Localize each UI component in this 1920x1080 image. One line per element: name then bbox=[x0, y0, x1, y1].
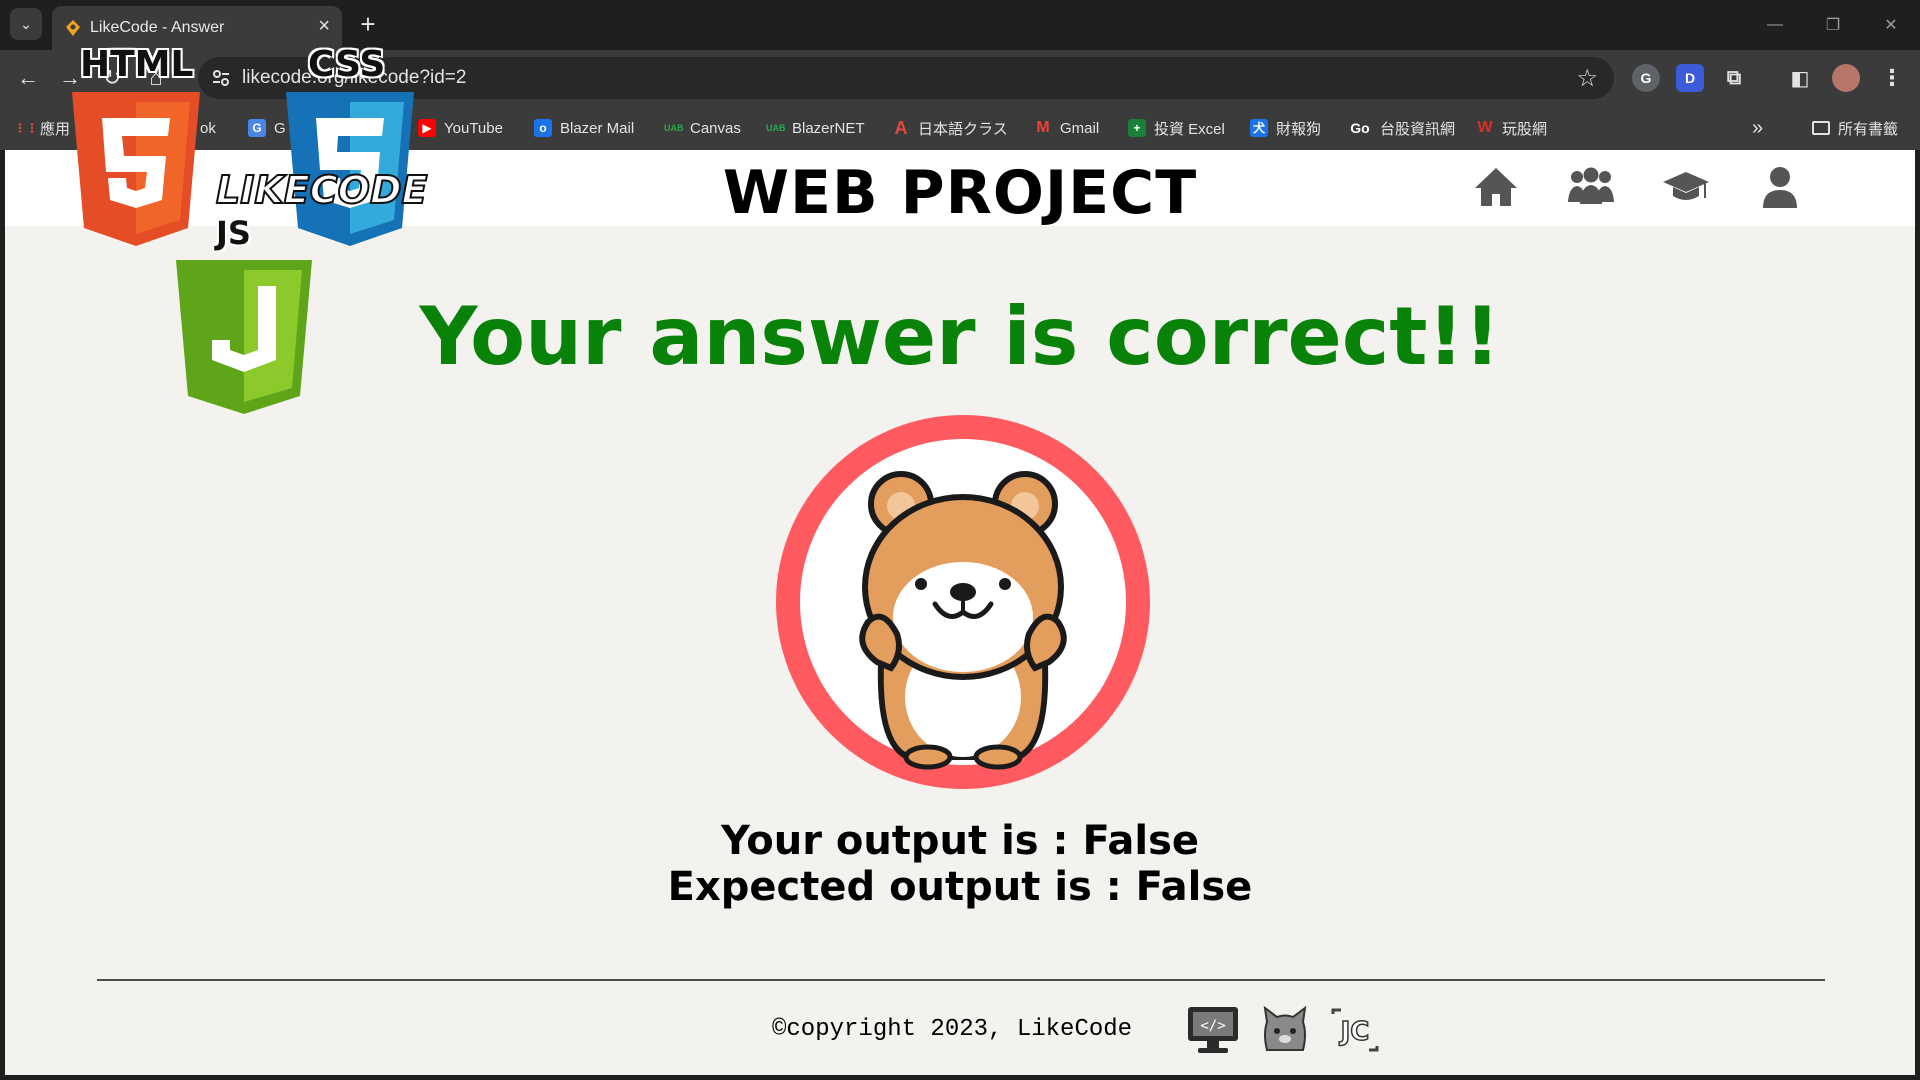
back-button[interactable]: ← bbox=[12, 62, 44, 94]
site-info-icon[interactable] bbox=[210, 67, 232, 89]
bookmark-canvas[interactable]: UAB Canvas bbox=[664, 117, 741, 139]
side-panel-icon[interactable]: ◧ bbox=[1786, 64, 1814, 92]
tab-search-button[interactable]: ⌄ bbox=[10, 8, 42, 40]
outlook-icon: o bbox=[534, 119, 552, 137]
tab-title: LikeCode - Answer bbox=[90, 19, 225, 36]
translate-icon: G bbox=[248, 119, 266, 137]
goodinfo-icon: Go bbox=[1350, 120, 1370, 136]
javascript-logo-icon bbox=[176, 260, 312, 414]
folder-icon bbox=[1812, 121, 1830, 135]
css-label: CSS bbox=[308, 44, 386, 85]
expected-output-text: Expected output is : False bbox=[667, 864, 1253, 910]
new-tab-button[interactable]: + bbox=[352, 8, 384, 40]
minimize-button[interactable]: — bbox=[1746, 0, 1804, 50]
more-bookmarks-icon[interactable]: » bbox=[1752, 117, 1763, 139]
your-output-text: Your output is : False bbox=[720, 818, 1200, 864]
browser-menu-icon[interactable]: ⋮ bbox=[1878, 64, 1906, 92]
bookmark-gmail[interactable]: M Gmail bbox=[1034, 117, 1099, 139]
team-icon[interactable] bbox=[1566, 164, 1616, 210]
bookmark-wantgoo[interactable]: W 玩股網 bbox=[1476, 117, 1547, 139]
home-icon[interactable] bbox=[1471, 164, 1521, 210]
window-controls: — ❐ ✕ bbox=[1746, 0, 1920, 50]
js-label: JS bbox=[216, 214, 251, 252]
extensions-puzzle-icon[interactable]: ⧉ bbox=[1720, 64, 1748, 92]
code-monitor-icon[interactable]: </> bbox=[1185, 1004, 1241, 1056]
grammarly-extension-icon[interactable]: G bbox=[1632, 64, 1660, 92]
bookmark-apps[interactable]: ⋮⋮ 應用 bbox=[14, 117, 70, 139]
svg-text:</>: </> bbox=[1200, 1018, 1225, 1034]
tab-close-icon[interactable]: × bbox=[318, 15, 330, 38]
youtube-icon: ▶ bbox=[418, 119, 436, 137]
html-label: HTML bbox=[80, 44, 194, 85]
sheets-icon: + bbox=[1128, 119, 1146, 137]
likecode-wordmark: LIKECODE bbox=[215, 167, 428, 213]
bookmark-youtube[interactable]: ▶ YouTube bbox=[418, 117, 503, 139]
html5-logo-icon bbox=[72, 92, 200, 246]
gmail-icon: M bbox=[1036, 119, 1050, 136]
profile-avatar[interactable] bbox=[1832, 64, 1860, 92]
apps-grid-icon: ⋮⋮ bbox=[14, 121, 38, 135]
copyright-text: ©copyright 2023, LikeCode bbox=[772, 1016, 1133, 1043]
tab-strip: ⌄ LikeCode - Answer × + — ❐ ✕ bbox=[0, 0, 1920, 50]
bookmark-japanese-class[interactable]: A 日本語クラス bbox=[892, 117, 1008, 139]
all-bookmarks-folder[interactable]: 所有書籤 bbox=[1812, 117, 1898, 139]
uab-logo-icon: UAB bbox=[664, 123, 684, 133]
bookmark-stock-info[interactable]: Go 台股資訊網 bbox=[1348, 117, 1455, 139]
jc-logo-icon[interactable]: JC bbox=[1327, 1004, 1383, 1056]
restore-button[interactable]: ❐ bbox=[1804, 0, 1862, 50]
uab-logo-icon: UAB bbox=[766, 123, 786, 133]
likecode-favicon-icon bbox=[66, 20, 80, 36]
svg-text:JC: JC bbox=[1339, 1017, 1370, 1047]
user-icon[interactable] bbox=[1755, 164, 1805, 210]
dashlane-extension-icon[interactable]: D bbox=[1676, 64, 1704, 92]
happy-bear-illustration bbox=[776, 415, 1150, 789]
bookmark-blazernet[interactable]: UAB BlazerNET bbox=[766, 117, 865, 139]
bookmark-statementdog[interactable]: 犬財報狗 bbox=[1250, 117, 1321, 139]
close-window-button[interactable]: ✕ bbox=[1862, 0, 1920, 50]
bookmark-investment-excel[interactable]: + 投資 Excel bbox=[1128, 117, 1225, 139]
statementdog-icon: 犬 bbox=[1250, 119, 1268, 137]
bookmark-blazer-mail[interactable]: o Blazer Mail bbox=[534, 117, 634, 139]
cat-icon[interactable] bbox=[1257, 1004, 1313, 1056]
wantgoo-icon: W bbox=[1477, 119, 1493, 136]
footer-divider bbox=[97, 979, 1825, 981]
graduation-cap-icon[interactable] bbox=[1661, 164, 1711, 210]
bookmark-star-icon[interactable]: ☆ bbox=[1576, 64, 1598, 93]
bookmark-google-translate[interactable]: GG bbox=[248, 117, 286, 139]
letter-a-icon: A bbox=[894, 118, 908, 138]
